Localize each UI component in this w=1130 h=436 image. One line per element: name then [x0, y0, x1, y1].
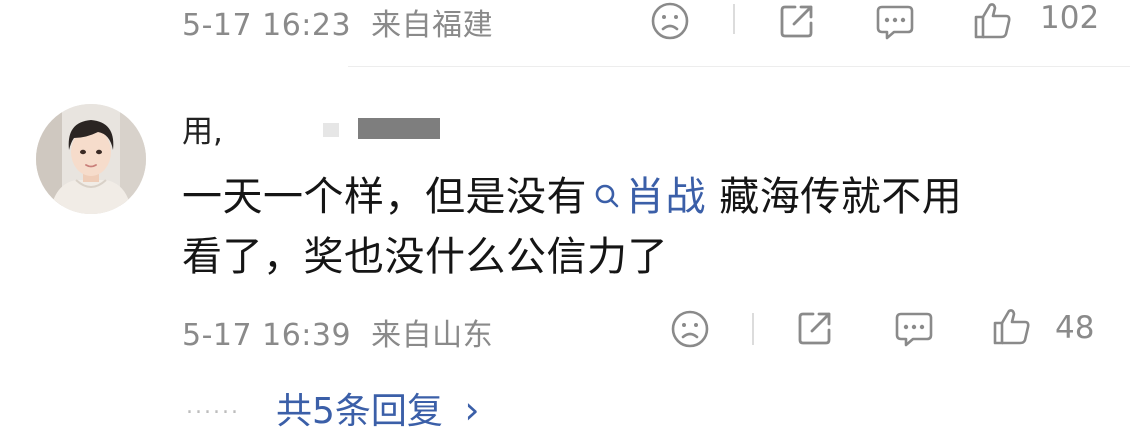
content-text-after: 藏海传就不用: [706, 174, 963, 220]
redacted-name-blur-light: [323, 123, 339, 137]
prev-like-count: 102: [1040, 0, 1100, 36]
prev-comment-location: 来自福建: [371, 8, 494, 43]
replies-label: 共5条回复: [276, 391, 443, 432]
comment-icon: [895, 312, 933, 347]
prev-comment-meta: 5-17 16:23 来自福建: [182, 0, 493, 44]
view-replies-link[interactable]: 共5条回复 ›: [276, 382, 480, 434]
replies-dots: ......: [186, 394, 240, 419]
avatar[interactable]: [36, 104, 146, 214]
username[interactable]: 用,: [182, 106, 223, 151]
sad-face-icon: [651, 2, 689, 40]
share-icon: [798, 312, 831, 345]
like-button[interactable]: [991, 306, 1033, 348]
content-text: 一天一个样，但是没有: [182, 174, 587, 220]
thumbs-up-icon: [993, 309, 1030, 345]
prev-action-divider: [733, 4, 735, 34]
comment-meta: 5-17 16:39 来自山东: [182, 310, 493, 354]
prev-share-button[interactable]: [777, 1, 817, 41]
action-divider: [752, 313, 754, 345]
comment-icon: [876, 5, 914, 40]
comment-location: 来自山东: [371, 318, 494, 353]
search-icon: [595, 184, 619, 208]
dislike-button[interactable]: [670, 309, 710, 349]
like-count: 48: [1055, 310, 1095, 346]
share-icon: [780, 5, 813, 38]
prev-like-button[interactable]: [972, 0, 1014, 42]
topic-link[interactable]: 肖战: [587, 174, 706, 220]
chevron-right-icon: ›: [464, 388, 480, 432]
sad-face-icon: [671, 310, 709, 348]
prev-comment-button[interactable]: [874, 2, 916, 42]
prev-comment-timestamp: 5-17 16:23: [182, 8, 352, 43]
thumbs-up-icon: [974, 3, 1011, 39]
comment-content-line-2: 看了，奖也没什么公信力了: [182, 234, 668, 280]
share-button[interactable]: [795, 308, 835, 348]
comment-content-line-1: 一天一个样，但是没有 肖战 藏海传就不用: [182, 164, 962, 222]
prev-dislike-button[interactable]: [650, 1, 690, 41]
redacted-name-blur: [358, 118, 440, 139]
topic-text: 肖战: [625, 174, 706, 220]
comment-timestamp: 5-17 16:39: [182, 318, 352, 353]
comment-button[interactable]: [893, 309, 935, 349]
separator: [348, 66, 1130, 67]
